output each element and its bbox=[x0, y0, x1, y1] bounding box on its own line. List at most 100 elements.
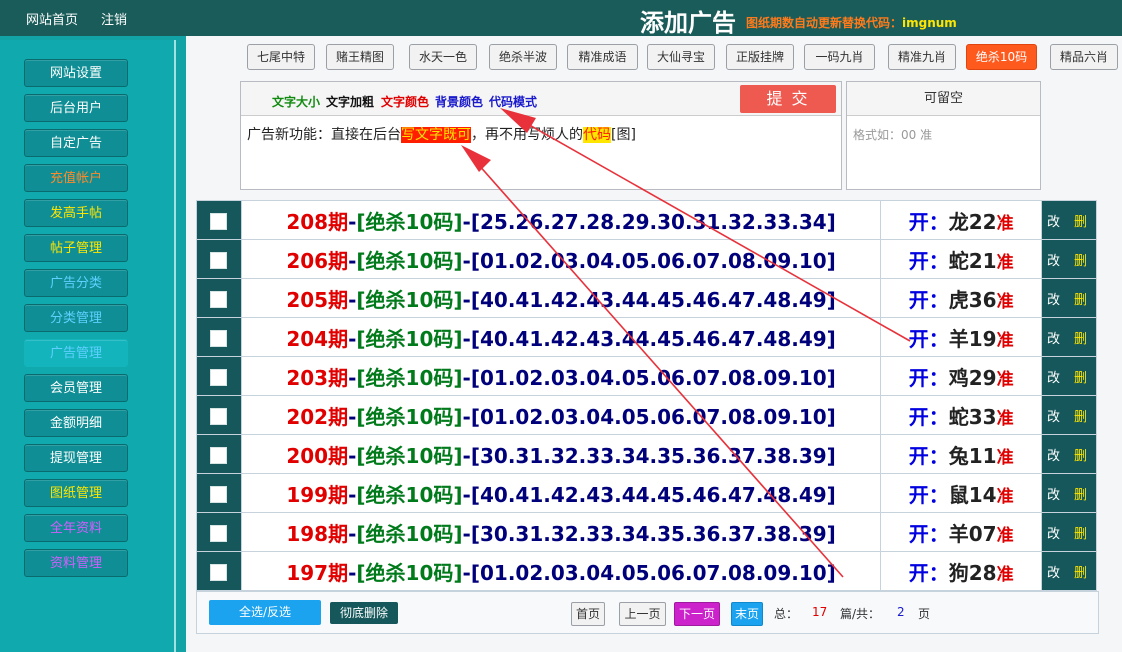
row-delete-button[interactable]: 删 bbox=[1074, 566, 1087, 581]
header-hint: 图纸期数自动更新替换代码：imgnum bbox=[746, 14, 957, 31]
tool-bold[interactable]: 文字加粗 bbox=[326, 93, 374, 110]
row-edit-button[interactable]: 改 bbox=[1047, 332, 1060, 347]
row-edit-button[interactable]: 改 bbox=[1047, 566, 1060, 581]
sidebar-item[interactable]: 图纸管理 bbox=[24, 479, 128, 507]
row-result-value: 兔11 bbox=[948, 443, 997, 468]
row-delete-button[interactable]: 删 bbox=[1074, 488, 1087, 503]
row-delete-button[interactable]: 删 bbox=[1074, 410, 1087, 425]
delete-all-button[interactable]: 彻底删除 bbox=[330, 602, 398, 624]
content-highlight-2: 代码 bbox=[583, 127, 611, 143]
sidebar-item[interactable]: 金额明细 bbox=[24, 409, 128, 437]
table-row: 198期-[绝杀10码]-[30.31.32.33.34.35.36.37.38… bbox=[196, 512, 1097, 552]
row-open-label: 开： bbox=[908, 209, 949, 234]
row-actions: 改删 bbox=[1041, 278, 1097, 318]
row-edit-button[interactable]: 改 bbox=[1047, 410, 1060, 425]
sidebar-item[interactable]: 网站设置 bbox=[24, 59, 128, 87]
row-category: [绝杀10码] bbox=[356, 443, 463, 468]
row-edit-button[interactable]: 改 bbox=[1047, 527, 1060, 542]
sidebar-item[interactable]: 资料管理 bbox=[24, 549, 128, 577]
tool-bg-color[interactable]: 背景颜色 bbox=[435, 93, 483, 110]
category-tab[interactable]: 一码九肖 bbox=[804, 44, 875, 70]
row-checkbox[interactable] bbox=[210, 251, 228, 269]
page-title: 添加广告 bbox=[640, 9, 736, 37]
tool-code-mode[interactable]: 代码模式 bbox=[489, 93, 537, 110]
row-delete-button[interactable]: 删 bbox=[1074, 449, 1087, 464]
submit-button[interactable]: 提 交 bbox=[740, 85, 836, 113]
sidebar-item[interactable]: 提现管理 bbox=[24, 444, 128, 472]
row-edit-button[interactable]: 改 bbox=[1047, 449, 1060, 464]
row-result: 开：羊07准 bbox=[880, 512, 1043, 552]
category-tab[interactable]: 精准成语 bbox=[567, 44, 638, 70]
select-all-button[interactable]: 全选/反选 bbox=[209, 600, 321, 625]
total-count: 17 bbox=[812, 605, 828, 619]
row-content: 202期-[绝杀10码]-[01.02.03.04.05.06.07.08.09… bbox=[240, 395, 882, 435]
row-checkbox[interactable] bbox=[210, 524, 228, 542]
row-delete-button[interactable]: 删 bbox=[1074, 527, 1087, 542]
row-checkbox[interactable] bbox=[210, 407, 228, 425]
category-tab[interactable]: 七尾中特 bbox=[247, 44, 315, 70]
editor-content[interactable]: 广告新功能：直接在后台写文字既可，再不用写烦人的代码[图] bbox=[247, 124, 636, 144]
row-category: [绝杀10码] bbox=[356, 521, 463, 546]
row-content: 198期-[绝杀10码]-[30.31.32.33.34.35.36.37.38… bbox=[240, 512, 882, 552]
category-tab[interactable]: 大仙寻宝 bbox=[647, 44, 715, 70]
row-result: 开：鸡29准 bbox=[880, 356, 1043, 396]
category-tab[interactable]: 绝杀10码 bbox=[966, 44, 1037, 70]
row-checkbox[interactable] bbox=[210, 446, 228, 464]
row-edit-button[interactable]: 改 bbox=[1047, 215, 1060, 230]
row-delete-button[interactable]: 删 bbox=[1074, 254, 1087, 269]
result-input-field[interactable]: 格式如：00 准 bbox=[853, 126, 932, 143]
row-edit-button[interactable]: 改 bbox=[1047, 293, 1060, 308]
row-numbers: [40.41.42.43.44.45.46.47.48.49] bbox=[470, 482, 836, 507]
category-tab[interactable]: 精品六肖 bbox=[1050, 44, 1118, 70]
row-checkbox[interactable] bbox=[210, 563, 228, 581]
row-checkbox[interactable] bbox=[210, 485, 228, 503]
sidebar-item[interactable]: 自定广告 bbox=[24, 129, 128, 157]
table-row: 205期-[绝杀10码]-[40.41.42.43.44.45.46.47.48… bbox=[196, 278, 1097, 318]
row-checkbox[interactable] bbox=[210, 212, 228, 230]
row-checkbox[interactable] bbox=[210, 290, 228, 308]
first-page-button[interactable]: 首页 bbox=[571, 602, 605, 626]
row-open-label: 开： bbox=[908, 560, 949, 585]
tool-text-color[interactable]: 文字颜色 bbox=[381, 93, 429, 110]
main-content: 七尾中特 赌王精图 水天一色 绝杀半波 精准成语 大仙寻宝 正版挂牌 一码九肖 精准九肖 绝杀10… bbox=[186, 36, 1122, 652]
header-hint-prefix: 图纸期数自动更新替换代码： bbox=[746, 16, 903, 30]
next-page-button[interactable]: 下一页 bbox=[674, 602, 720, 626]
category-tab[interactable]: 精准九肖 bbox=[888, 44, 956, 70]
row-edit-button[interactable]: 改 bbox=[1047, 371, 1060, 386]
sidebar-item[interactable]: 发高手帖 bbox=[24, 199, 128, 227]
row-checkbox[interactable] bbox=[210, 368, 228, 386]
row-delete-button[interactable]: 删 bbox=[1074, 371, 1087, 386]
row-period: 208期 bbox=[286, 209, 349, 234]
sidebar-item[interactable]: 后台用户 bbox=[24, 94, 128, 122]
table-row: 200期-[绝杀10码]-[30.31.32.33.34.35.36.37.38… bbox=[196, 434, 1097, 474]
row-content: 197期-[绝杀10码]-[01.02.03.04.05.06.07.08.09… bbox=[240, 551, 882, 591]
row-content: 206期-[绝杀10码]-[01.02.03.04.05.06.07.08.09… bbox=[240, 239, 882, 279]
row-delete-button[interactable]: 删 bbox=[1074, 215, 1087, 230]
prev-page-button[interactable]: 上一页 bbox=[619, 602, 666, 626]
tool-font-size[interactable]: 文字大小 bbox=[272, 93, 320, 110]
nav-logout-link[interactable]: 注销 bbox=[101, 9, 127, 28]
sidebar-item[interactable]: 会员管理 bbox=[24, 374, 128, 402]
category-tab[interactable]: 水天一色 bbox=[409, 44, 477, 70]
row-open-label: 开： bbox=[908, 248, 949, 273]
sidebar-item[interactable]: 充值帐户 bbox=[24, 164, 128, 192]
nav-home-link[interactable]: 网站首页 bbox=[26, 9, 78, 28]
row-actions: 改删 bbox=[1041, 356, 1097, 396]
sidebar-item[interactable]: 广告管理 bbox=[24, 339, 128, 367]
row-category: [绝杀10码] bbox=[356, 560, 463, 585]
row-edit-button[interactable]: 改 bbox=[1047, 254, 1060, 269]
table-row: 206期-[绝杀10码]-[01.02.03.04.05.06.07.08.09… bbox=[196, 239, 1097, 279]
sidebar-item[interactable]: 全年资料 bbox=[24, 514, 128, 542]
row-delete-button[interactable]: 删 bbox=[1074, 293, 1087, 308]
row-edit-button[interactable]: 改 bbox=[1047, 488, 1060, 503]
row-delete-button[interactable]: 删 bbox=[1074, 332, 1087, 347]
last-page-button[interactable]: 末页 bbox=[731, 602, 763, 626]
category-tab[interactable]: 赌王精图 bbox=[326, 44, 394, 70]
sidebar-item[interactable]: 分类管理 bbox=[24, 304, 128, 332]
category-tab[interactable]: 绝杀半波 bbox=[489, 44, 557, 70]
sidebar-item[interactable]: 广告分类 bbox=[24, 269, 128, 297]
category-tab[interactable]: 正版挂牌 bbox=[726, 44, 794, 70]
row-checkbox[interactable] bbox=[210, 329, 228, 347]
sidebar-item[interactable]: 帖子管理 bbox=[24, 234, 128, 262]
row-category: [绝杀10码] bbox=[356, 404, 463, 429]
